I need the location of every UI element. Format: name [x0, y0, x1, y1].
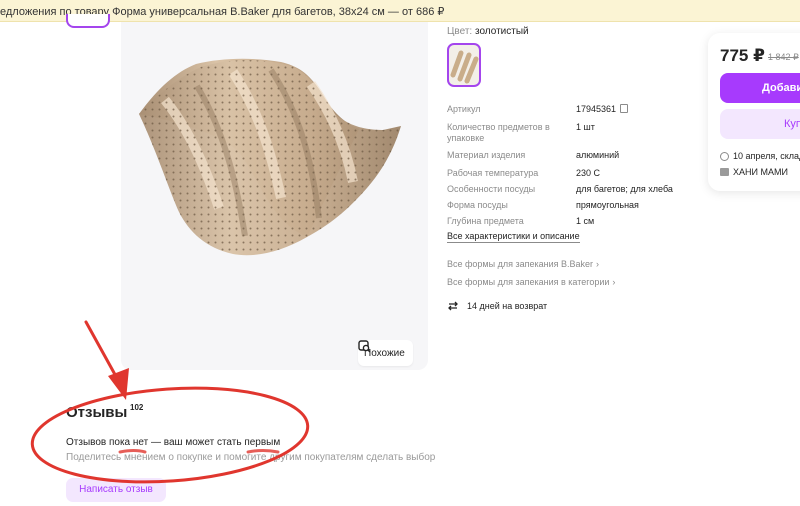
spec-value: прямоугольная: [576, 200, 639, 211]
promo-banner[interactable]: едложения по товару Форма универсальная …: [0, 0, 800, 22]
delivery-info: 10 апреля, склад п: [720, 151, 800, 161]
shop-icon: [720, 168, 729, 176]
annotation-arrowhead: [108, 368, 129, 400]
spec-value-text: 1 см: [576, 216, 595, 226]
old-price: 1 842 ₽: [768, 52, 799, 62]
buy-card: 775 ₽ 1 842 ₽ Добавить Купить 10 апреля,…: [708, 33, 800, 191]
spec-value-text: 230 С: [576, 168, 601, 178]
spec-value-text: для багетов; для хлеба: [576, 184, 673, 194]
spec-key: Артикул: [447, 104, 481, 114]
spec-value-text: прямоугольная: [576, 200, 639, 210]
chevron-right-icon: ›: [612, 277, 616, 287]
seller-link[interactable]: ХАНИ МАМИ: [720, 167, 788, 177]
annotation-arrow-line: [84, 320, 120, 382]
color-label: Цвет: золотистый: [447, 26, 529, 37]
category-forms-link[interactable]: Все формы для запекания в категории ›: [447, 277, 615, 287]
image-search-icon: [358, 340, 371, 353]
reviews-title: Отзывы: [66, 404, 128, 421]
color-label-value: золотистый: [474, 26, 529, 37]
product-photo[interactable]: Похожие: [121, 22, 428, 370]
spec-value-text: 17945361: [576, 104, 617, 114]
spec-key: Глубина предмета: [447, 216, 524, 226]
gallery-thumbnail-selected[interactable]: [66, 14, 110, 28]
clock-icon: [720, 151, 729, 161]
spec-value: 1 шт: [576, 122, 595, 133]
review-hint-text: Поделитесь мнением о покупке и помогите …: [66, 452, 436, 463]
all-specs-link[interactable]: Все характеристики и описание: [447, 231, 580, 243]
brand-forms-link[interactable]: Все формы для запекания B.Baker ›: [447, 259, 599, 269]
seller-name: ХАНИ МАМИ: [733, 167, 788, 177]
spec-key: Форма посуды: [447, 200, 508, 210]
spec-value: для багетов; для хлеба: [576, 184, 673, 195]
similar-button[interactable]: Похожие: [358, 340, 413, 366]
spec-value-text: алюминий: [576, 150, 620, 160]
color-label-key: Цвет:: [447, 26, 473, 37]
spec-key: Особенности посуды: [447, 184, 536, 194]
return-policy-label: 14 дней на возврат: [467, 301, 548, 311]
spec-key: Материал изделия: [447, 150, 526, 160]
add-to-cart-button[interactable]: Добавить: [720, 73, 800, 103]
return-arrows-icon: [448, 301, 458, 311]
chevron-right-icon: ›: [596, 259, 599, 269]
copy-icon[interactable]: [620, 104, 629, 113]
spec-key: Рабочая температура: [447, 168, 539, 178]
color-swatch-golden[interactable]: [447, 43, 481, 87]
price: 775 ₽: [720, 46, 765, 65]
write-review-button[interactable]: Написать отзыв: [66, 478, 166, 502]
annotation-ellipse: [30, 386, 310, 484]
spec-value: 1 см: [576, 216, 594, 227]
baguette-tray-image: [139, 58, 401, 256]
spec-key: Количество предметов в упаковке: [447, 122, 550, 143]
spec-value: алюминий: [576, 150, 619, 161]
spec-value: 17945361: [576, 104, 629, 115]
return-policy[interactable]: 14 дней на возврат: [447, 300, 547, 312]
category-forms-link-label: Все формы для запекания в категории: [447, 277, 610, 287]
spec-value-text: 1 шт: [576, 122, 595, 132]
no-reviews-text: Отзывов пока нет — ваш может стать первы…: [66, 437, 281, 448]
spec-value: 230 С: [576, 168, 600, 179]
color-swatch-image: [450, 50, 479, 84]
buy-now-button[interactable]: Купить: [720, 109, 800, 139]
reviews-count: 102: [130, 403, 144, 412]
brand-forms-link-label: Все формы для запекания B.Baker: [447, 259, 593, 269]
delivery-text: 10 апреля, склад п: [733, 151, 800, 161]
